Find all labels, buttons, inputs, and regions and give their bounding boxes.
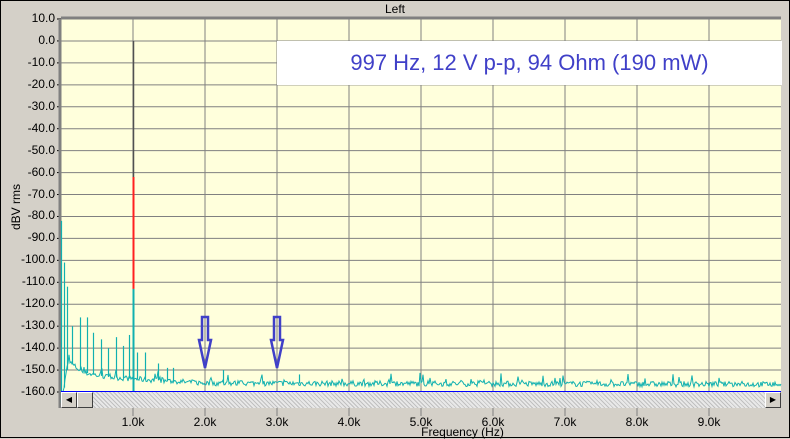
- y-tick-label: -100.0: [20, 252, 55, 267]
- y-axis-label: dBV rms: [9, 184, 23, 231]
- y-tick-label: -50.0: [27, 142, 55, 157]
- scroll-right-button[interactable]: ▶: [765, 392, 781, 408]
- y-tick-label: -160.0: [20, 384, 55, 398]
- y-tick-label: -10.0: [27, 54, 55, 69]
- y-tick-label: 10.0: [31, 11, 55, 25]
- scroll-left-button[interactable]: ◀: [61, 392, 77, 408]
- y-tick-label: -110.0: [21, 274, 55, 289]
- x-axis-label: Frequency (Hz): [421, 425, 504, 439]
- y-tick-label: -20.0: [27, 76, 55, 91]
- y-tick-label: -120.0: [20, 296, 55, 311]
- y-tick-label: -40.0: [27, 120, 55, 135]
- measurement-annotation: 997 Hz, 12 V p-p, 94 Ohm (190 mW): [277, 41, 782, 85]
- y-tick-label: -150.0: [20, 362, 55, 377]
- y-tick-label: 0.0: [38, 32, 55, 47]
- y-tick-label: -130.0: [20, 318, 55, 333]
- scroll-thumb[interactable]: [77, 392, 93, 408]
- horizontal-scrollbar[interactable]: ◀ ▶: [61, 392, 781, 408]
- y-tick-label: -30.0: [27, 98, 55, 113]
- y-tick-label: -140.0: [20, 340, 55, 355]
